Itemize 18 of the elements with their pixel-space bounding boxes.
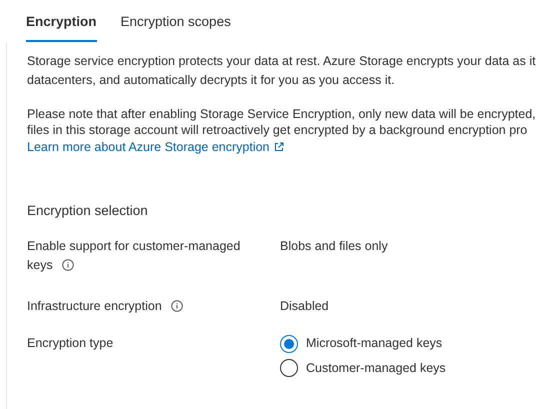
tab[interactable]: Encryption scopes: [120, 12, 231, 42]
radio-button[interactable]: [280, 334, 298, 353]
radio-button[interactable]: [280, 359, 298, 378]
field-value: Disabled: [280, 299, 329, 314]
radio-label[interactable]: Customer-managed keys: [306, 359, 446, 378]
note-text-line: files in this storage account will retroactively get encrypted by a background encryption pro: [27, 122, 528, 138]
tab[interactable]: Encryption: [26, 12, 97, 42]
external-link-icon: [274, 142, 284, 152]
learn-more-link[interactable]: Learn more about Azure Storage encryption: [27, 140, 284, 154]
field-label: Infrastructure encryption: [27, 299, 163, 314]
section-title: Encryption selection: [27, 202, 149, 220]
field-label: Encryption type: [27, 336, 114, 350]
intro-text-line: datacenters, and automatically decrypts it for you as you access it.: [27, 72, 396, 90]
field-value: Blobs and files only: [280, 239, 388, 254]
intro-text-line: Storage service encryption protects your data at rest. Azure Storage encrypts your data as it: [27, 53, 537, 70]
radio-label[interactable]: Microsoft-managed keys: [306, 334, 442, 353]
note-text-line: Please note that after enabling Storage Service Encryption, only new data will be encrypted,: [27, 106, 537, 122]
field-label: Enable support for customer-managed keys: [27, 239, 240, 272]
